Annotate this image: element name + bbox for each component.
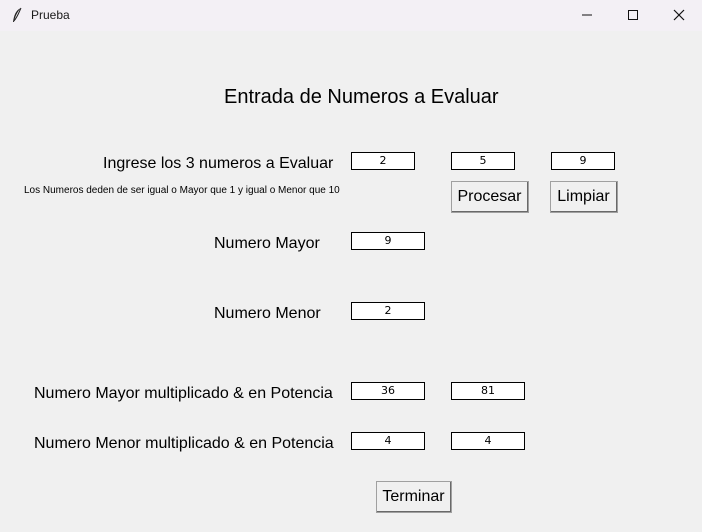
min-pow-field[interactable]: 4	[451, 432, 525, 450]
number-input-1[interactable]: 2	[351, 152, 415, 170]
input-label: Ingrese los 3 numeros a Evaluar	[103, 155, 334, 172]
min-ops-label: Numero Menor multiplicado & en Potencia	[34, 435, 334, 452]
max-ops-label: Numero Mayor multiplicado & en Potencia	[34, 385, 333, 402]
max-label: Numero Mayor	[214, 235, 320, 252]
max-mult-field[interactable]: 36	[351, 382, 425, 400]
max-value-field[interactable]: 9	[351, 232, 425, 250]
min-label: Numero Menor	[214, 305, 321, 322]
number-input-2[interactable]: 5	[451, 152, 515, 170]
close-button[interactable]	[656, 0, 702, 31]
maximize-icon	[628, 10, 638, 20]
close-icon	[673, 9, 685, 21]
rule-text: Los Numeros deden de ser igual o Mayor q…	[24, 185, 340, 196]
minimize-button[interactable]	[564, 0, 610, 31]
min-mult-field[interactable]: 4	[351, 432, 425, 450]
window-title: Prueba	[31, 8, 70, 22]
process-button[interactable]: Procesar	[451, 181, 529, 213]
min-value-field[interactable]: 2	[351, 302, 425, 320]
form-heading: Entrada de Numeros a Evaluar	[224, 86, 499, 108]
number-input-3[interactable]: 9	[551, 152, 615, 170]
max-pow-field[interactable]: 81	[451, 382, 525, 400]
maximize-button[interactable]	[610, 0, 656, 31]
title-bar: Prueba	[0, 0, 702, 31]
clear-button[interactable]: Limpiar	[550, 181, 618, 213]
finish-button[interactable]: Terminar	[376, 481, 452, 513]
minimize-icon	[582, 14, 592, 16]
feather-icon	[13, 7, 22, 22]
